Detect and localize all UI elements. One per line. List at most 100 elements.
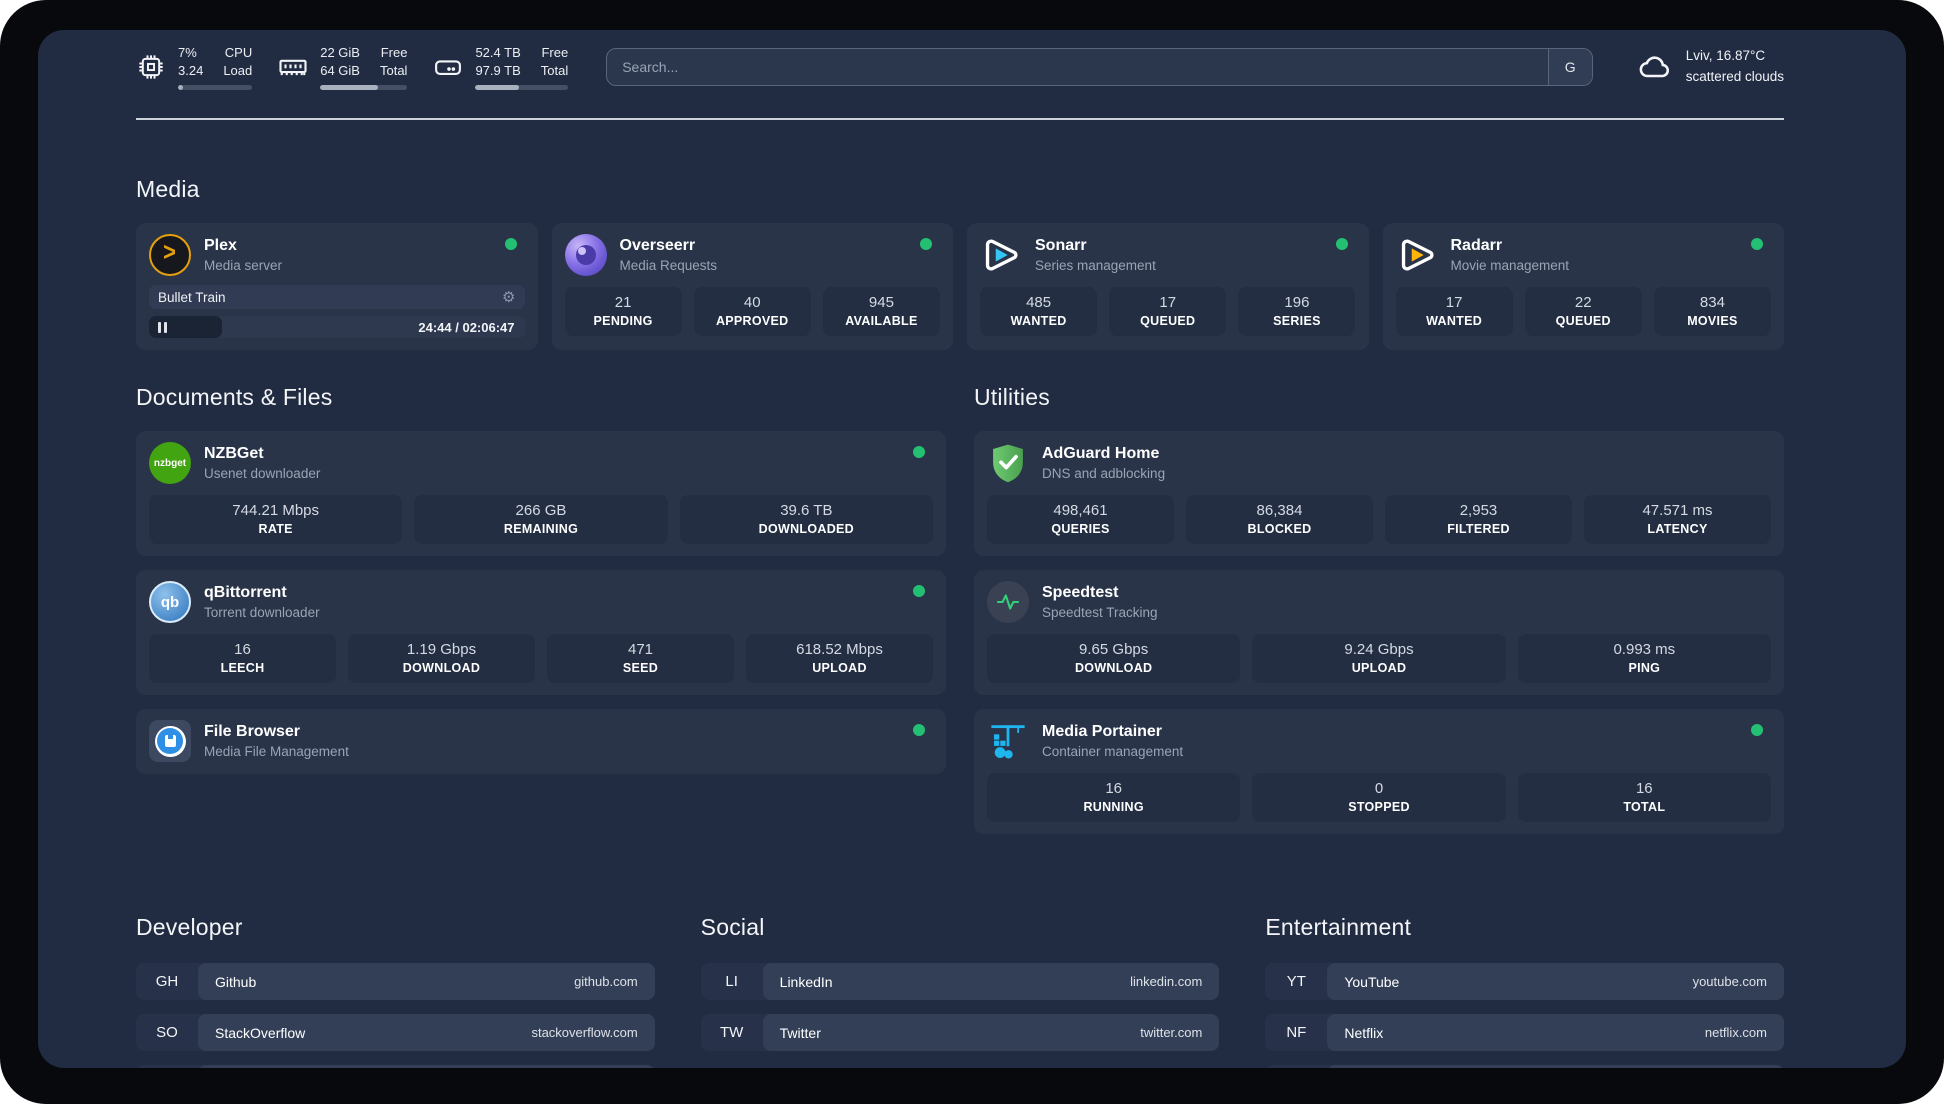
status-indicator [1751, 238, 1763, 251]
app-name: Radarr [1450, 237, 1503, 255]
nzbget-icon: nzbget [149, 442, 191, 485]
cpu-icon [136, 52, 166, 82]
stat-tile: 86,384 BLOCKED [1186, 495, 1373, 545]
stat-tile: 1.19 Gbps DOWNLOAD [348, 634, 535, 684]
app-description: Container management [1042, 744, 1184, 760]
bookmark-dev[interactable]: DT DEV dev.to [136, 1065, 655, 1068]
stat-tile: 17 QUEUED [1109, 287, 1227, 337]
stat-tile: 21 PENDING [564, 287, 682, 337]
bookmark-abbr: NF [1286, 1024, 1307, 1042]
app-description: Torrent downloader [204, 605, 320, 621]
app-name: Sonarr [1035, 237, 1087, 255]
bookmark-url: netflix.com [1704, 1025, 1767, 1041]
playback-progress-bar[interactable]: 24:44 / 02:06:47 [149, 316, 525, 339]
search-bar: G [606, 48, 1593, 87]
status-indicator [920, 238, 932, 251]
bookmark-youtube[interactable]: YT YouTube youtube.com [1265, 963, 1784, 1001]
cpu-label: CPU [224, 45, 253, 60]
app-card-filebrowser[interactable]: File Browser Media File Management [136, 709, 946, 775]
app-name: AdGuard Home [1042, 445, 1160, 463]
bookmark-abbr: YT [1286, 973, 1306, 991]
memory-free-label: Free [380, 45, 408, 60]
bookmark-name: Twitter [779, 1024, 821, 1041]
bookmark-abbr: TW [719, 1024, 744, 1042]
header-divider [136, 118, 1784, 121]
app-description: DNS and adblocking [1042, 466, 1166, 482]
stat-tile: 196 SERIES [1238, 287, 1356, 337]
section-title-utilities: Utilities [974, 384, 1050, 411]
stat-tile: 945 AVAILABLE [822, 287, 940, 337]
now-playing-title: Bullet Train [158, 289, 226, 305]
storage-stat: 52.4 TB 97.9 TB Free Total [433, 44, 569, 91]
stat-tile: 485 WANTED [980, 287, 1098, 337]
app-description: Series management [1035, 258, 1156, 274]
pause-icon[interactable] [158, 321, 167, 333]
stat-tile: 17 WANTED [1395, 287, 1513, 337]
bookmark-name: StackOverflow [215, 1024, 306, 1041]
bookmark-name: YouTube [1344, 973, 1400, 990]
cloud-icon [1639, 56, 1669, 78]
search-engine-button[interactable]: G [1547, 49, 1592, 86]
app-card-adguard[interactable]: AdGuard Home DNS and adblocking 498,461 Q… [974, 431, 1784, 557]
app-description: Media File Management [204, 744, 349, 760]
window-frame: 7% 3.24 CPU Load 22 GiB 64 GiB Free Tota… [0, 0, 1944, 1104]
app-card-speedtest[interactable]: Speedtest Speedtest Tracking 9.65 Gbps DO… [974, 570, 1784, 696]
section-title-entertainment: Entertainment [1265, 914, 1412, 941]
stat-tile: 47.571 ms LATENCY [1584, 495, 1771, 545]
app-name: qBittorrent [204, 584, 287, 602]
plex-icon: > [149, 234, 191, 277]
storage-free-label: Free [541, 45, 569, 60]
app-description: Usenet downloader [204, 466, 321, 482]
now-playing-row: Bullet Train ⚙ [149, 285, 525, 310]
stat-tile: 266 GB REMAINING [414, 495, 668, 545]
bookmark-netflix[interactable]: NF Netflix netflix.com [1265, 1014, 1784, 1052]
bookmark-github[interactable]: GH Github github.com [136, 963, 655, 1001]
app-name: Overseerr [619, 237, 696, 255]
app-card-qbittorrent[interactable]: qb qBittorrent Torrent downloader 16 LEEC… [136, 570, 946, 696]
bookmark-linkedin[interactable]: LI LinkedIn linkedin.com [700, 963, 1220, 1001]
dashboard-page: 7% 3.24 CPU Load 22 GiB 64 GiB Free Tota… [38, 30, 1906, 1068]
app-name: File Browser [204, 723, 301, 741]
storage-progress-bar [475, 85, 569, 91]
stat-tile: 834 MOVIES [1653, 287, 1771, 337]
app-card-sonarr[interactable]: Sonarr Series management 485 WANTED 17 QUE… [967, 223, 1369, 351]
ram-icon [278, 52, 308, 82]
section-title-social: Social [700, 914, 765, 941]
status-indicator [913, 585, 925, 598]
overseerr-icon [564, 234, 607, 277]
system-stats: 7% 3.24 CPU Load 22 GiB 64 GiB Free Tota… [136, 44, 569, 91]
stat-tile: 2,953 FILTERED [1385, 495, 1572, 545]
app-card-portainer[interactable]: Media Portainer Container management 16 R… [974, 709, 1784, 835]
app-card-plex[interactable]: > Plex Media server Bullet Train ⚙ 24:44… [136, 223, 538, 351]
app-card-nzbget[interactable]: nzbget NZBGet Usenet downloader 744.21 M… [136, 431, 946, 557]
bookmark-abbr: RE [1265, 1065, 1327, 1068]
stat-tile: 498,461 QUERIES [987, 495, 1174, 545]
qbittorrent-icon: qb [149, 581, 191, 624]
playback-time: 24:44 / 02:06:47 [418, 319, 515, 335]
disk-icon [433, 52, 463, 82]
bookmark-url: github.com [574, 974, 638, 990]
section-title-media: Media [136, 176, 200, 203]
app-name: Speedtest [1042, 584, 1119, 602]
weather-condition: scattered clouds [1685, 69, 1784, 85]
weather-widget: Lviv, 16.87°C scattered clouds [1637, 46, 1784, 88]
app-name: Media Portainer [1042, 723, 1163, 741]
storage-total-value: 97.9 TB [475, 63, 521, 79]
bookmark-abbr: GH [155, 973, 179, 991]
app-card-overseerr[interactable]: Overseerr Media Requests 21 PENDING 40 APP… [551, 223, 953, 351]
search-input[interactable] [607, 49, 1548, 86]
bookmark-url: linkedin.com [1130, 974, 1203, 990]
settings-gear-icon[interactable]: ⚙ [502, 290, 515, 305]
cpu-load-label: Load [223, 63, 253, 79]
stat-tile: 40 APPROVED [693, 287, 811, 337]
app-card-radarr[interactable]: Radarr Movie management 17 WANTED 22 QUEUE… [1382, 223, 1784, 351]
stat-tile: 39.6 TB DOWNLOADED [679, 495, 933, 545]
bookmark-twitter[interactable]: TW Twitter twitter.com [700, 1014, 1220, 1052]
section-title-developer: Developer [136, 914, 243, 941]
cpu-stat: 7% 3.24 CPU Load [136, 44, 253, 91]
app-description: Speedtest Tracking [1042, 605, 1158, 621]
bookmark-reddit[interactable]: RE Reddit reddit.com [1265, 1065, 1784, 1068]
bookmark-stackoverflow[interactable]: SO StackOverflow stackoverflow.com [136, 1014, 655, 1052]
top-bar: 7% 3.24 CPU Load 22 GiB 64 GiB Free Tota… [136, 44, 1784, 91]
radarr-icon [1396, 234, 1438, 276]
